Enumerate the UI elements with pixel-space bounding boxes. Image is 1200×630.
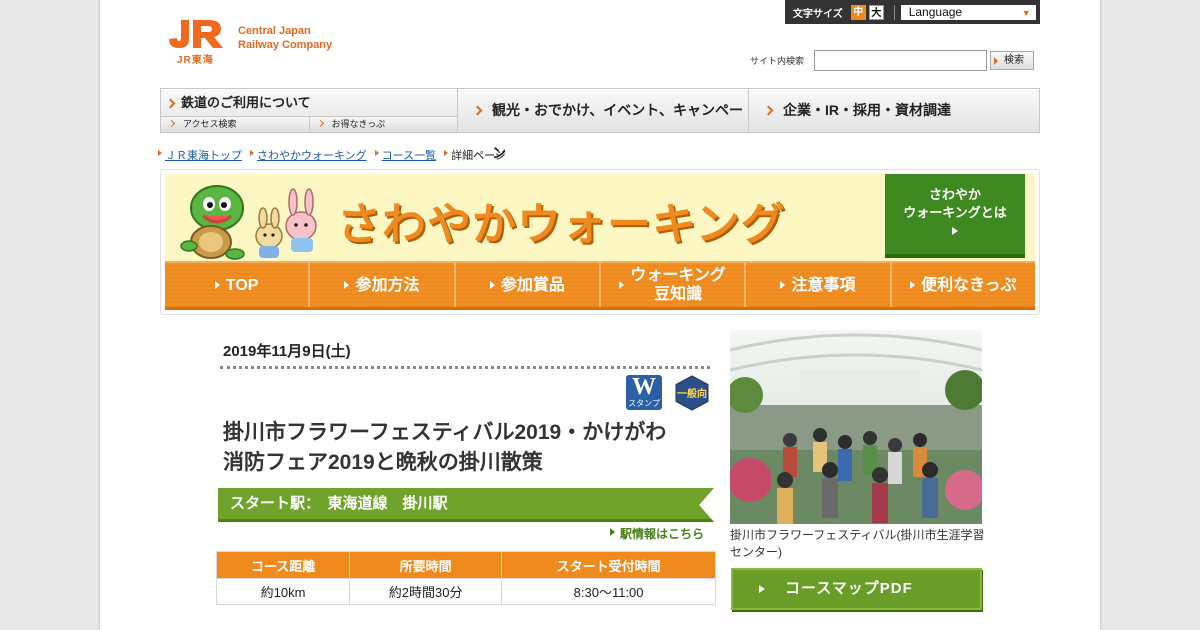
gnav-corporate[interactable]: 企業・IR・採用・資材調達	[749, 89, 1039, 132]
gnav-corporate-label: 企業・IR・採用・資材調達	[783, 102, 951, 118]
chevron-right-icon	[165, 98, 176, 109]
tab-label: 便利なきっぷ	[921, 276, 1017, 294]
dotted-divider	[220, 366, 710, 369]
about-walking-line1: さわやか	[928, 187, 981, 202]
divider	[893, 4, 895, 20]
course-map-pdf-button[interactable]: コースマップPDF	[731, 568, 982, 610]
gnav-railway-group: 鉄道のご利用について アクセス検索 お得なきっぷ	[161, 89, 458, 132]
arrow-right-icon	[214, 281, 220, 289]
course-title-line1: 掛川市フラワーフェスティバル2019・かけがわ	[223, 421, 667, 444]
search-input[interactable]	[814, 50, 988, 71]
gnav-railway-use-label: 鉄道のご利用について	[181, 95, 311, 110]
tab-label: TOP	[225, 276, 259, 294]
chevron-right-icon	[316, 119, 324, 128]
w-stamp-letter: W	[632, 374, 656, 400]
play-arrow-icon	[952, 227, 958, 235]
tab-label: 参加賞品	[500, 276, 565, 294]
company-name-line2: Railway Company	[238, 39, 333, 51]
arrow-right-icon	[489, 281, 495, 289]
utility-bar: 文字サイズ 中 大 Language ▼	[785, 0, 1040, 24]
chevron-right-icon	[472, 105, 483, 116]
search-button[interactable]: 検索	[990, 51, 1035, 70]
general-level-label: 一般向	[677, 389, 707, 400]
table-header: コース距離	[215, 551, 351, 579]
gnav-railway-use[interactable]: 鉄道のご利用について	[161, 89, 457, 117]
event-photo	[730, 330, 982, 524]
site-search: サイト内検索 検索	[750, 50, 1035, 71]
tab-how-to-join[interactable]: 参加方法	[310, 263, 456, 307]
table-header: スタート受付時間	[501, 551, 716, 579]
arrow-right-icon	[759, 585, 765, 593]
company-name-line1: Central Japan	[238, 25, 311, 37]
table-header: 所要時間	[349, 551, 503, 579]
breadcrumb-link-walking[interactable]: さわやかウォーキング	[257, 150, 367, 162]
course-distance: 約10km	[215, 578, 351, 605]
arrow-right-icon	[910, 281, 916, 289]
language-select-label: Language	[908, 4, 963, 19]
chevron-right-icon	[763, 105, 774, 116]
tab-prizes[interactable]: 参加賞品	[455, 263, 601, 307]
breadcrumb-current: 詳細ページ	[444, 147, 506, 163]
breadcrumb-item: さわやかウォーキング	[250, 147, 367, 163]
arrow-right-icon	[619, 281, 625, 289]
banner-header: さわやかウォーキング さわやか ウォーキングとは	[165, 174, 1035, 261]
font-size-large-button[interactable]: 大	[868, 4, 884, 20]
start-station-bar: スタート駅： 東海道線 掛川駅	[218, 488, 714, 522]
photo-caption: 掛川市フラワーフェスティバル(掛川市生涯学習センター)	[730, 528, 985, 559]
chevron-down-icon: ▼	[1021, 7, 1031, 18]
course-info-table: コース距離 所要時間 スタート受付時間 約10km 約2時間30分 8:30～1…	[215, 551, 716, 605]
w-stamp-label: スタンプ	[628, 399, 660, 408]
tab-label: 参加方法	[355, 276, 420, 294]
course-title-line2: 消防フェア2019と晩秋の掛川散策	[223, 451, 543, 474]
gnav-discount-tickets[interactable]: お得なきっぷ	[309, 117, 457, 132]
event-date: 2019年11月9日(土)	[223, 343, 351, 360]
breadcrumb-item: コース一覧	[374, 147, 436, 163]
station-info-link[interactable]: 駅情報はこちら	[610, 525, 704, 542]
page: JR東海 Central Japan Railway Company 文字サイズ…	[100, 0, 1100, 630]
w-stamp-badge: W スタンプ	[626, 375, 662, 410]
breadcrumb-link-jr-top[interactable]: ＪＲ東海トップ	[165, 150, 242, 162]
about-walking-button[interactable]: さわやか ウォーキングとは	[885, 174, 1025, 258]
gnav-discount-tickets-label: お得なきっぷ	[331, 119, 386, 129]
logo-sub-text: JR東海	[177, 55, 214, 66]
tab-label: 注意事項	[791, 276, 856, 294]
arrow-right-icon	[780, 281, 786, 289]
breadcrumb: ＪＲ東海トップ さわやかウォーキング コース一覧 詳細ページ	[158, 147, 514, 163]
font-size-medium-button[interactable]: 中	[850, 4, 866, 20]
gnav-access-search[interactable]: アクセス検索	[161, 117, 310, 132]
course-map-pdf-label: コースマップPDF	[785, 580, 913, 597]
walking-tabs: TOP 参加方法 参加賞品 ウォーキング 豆知識 注意事項 便利なきっぷ	[165, 261, 1035, 310]
search-label: サイト内検索	[750, 56, 805, 66]
gnav-access-search-label: アクセス検索	[183, 119, 237, 129]
language-select[interactable]: Language ▼	[900, 4, 1036, 20]
breadcrumb-link-course-list[interactable]: コース一覧	[382, 150, 436, 162]
tab-top[interactable]: TOP	[165, 263, 311, 307]
about-walking-line2: ウォーキングとは	[903, 205, 1007, 220]
font-size-label: 文字サイズ	[793, 8, 843, 20]
tab-walking-tips[interactable]: ウォーキング 豆知識	[600, 263, 747, 307]
start-reception-time: 8:30～11:00	[501, 578, 716, 605]
breadcrumb-item: ＪＲ東海トップ	[158, 147, 242, 163]
general-level-badge: 一般向	[674, 375, 710, 411]
tab-notes[interactable]: 注意事項	[746, 263, 892, 307]
chevron-right-icon	[167, 119, 176, 128]
gnav-tourism-events-label: 観光・おでかけ、イベント、キャンペーン	[492, 102, 744, 161]
course-title: 掛川市フラワーフェスティバル2019・かけがわ 消防フェア2019と晩秋の掛川散…	[223, 418, 728, 478]
walking-banner: さわやかウォーキング さわやか ウォーキングとは TOP 参加方法 参加賞品 ウ…	[160, 169, 1040, 315]
table-header-row: コース距離 所要時間 スタート受付時間	[215, 551, 716, 579]
tab-useful-tickets[interactable]: 便利なきっぷ	[891, 263, 1035, 307]
arrow-right-icon	[344, 281, 350, 289]
company-name: Central Japan Railway Company	[238, 24, 332, 52]
gnav-tourism-events[interactable]: 観光・おでかけ、イベント、キャンペーン	[458, 89, 749, 161]
table-row: 約10km 約2時間30分 8:30～11:00	[215, 578, 716, 605]
global-nav: 鉄道のご利用について アクセス検索 お得なきっぷ 観光・おでかけ、イベント、キャ…	[160, 88, 1040, 161]
required-time: 約2時間30分	[349, 578, 503, 605]
tab-label: ウォーキング 豆知識	[630, 267, 726, 303]
gnav-sub-links: アクセス検索 お得なきっぷ	[161, 117, 457, 132]
mascot-characters-illustration	[180, 185, 317, 260]
banner-title: さわやかウォーキング	[337, 200, 786, 249]
